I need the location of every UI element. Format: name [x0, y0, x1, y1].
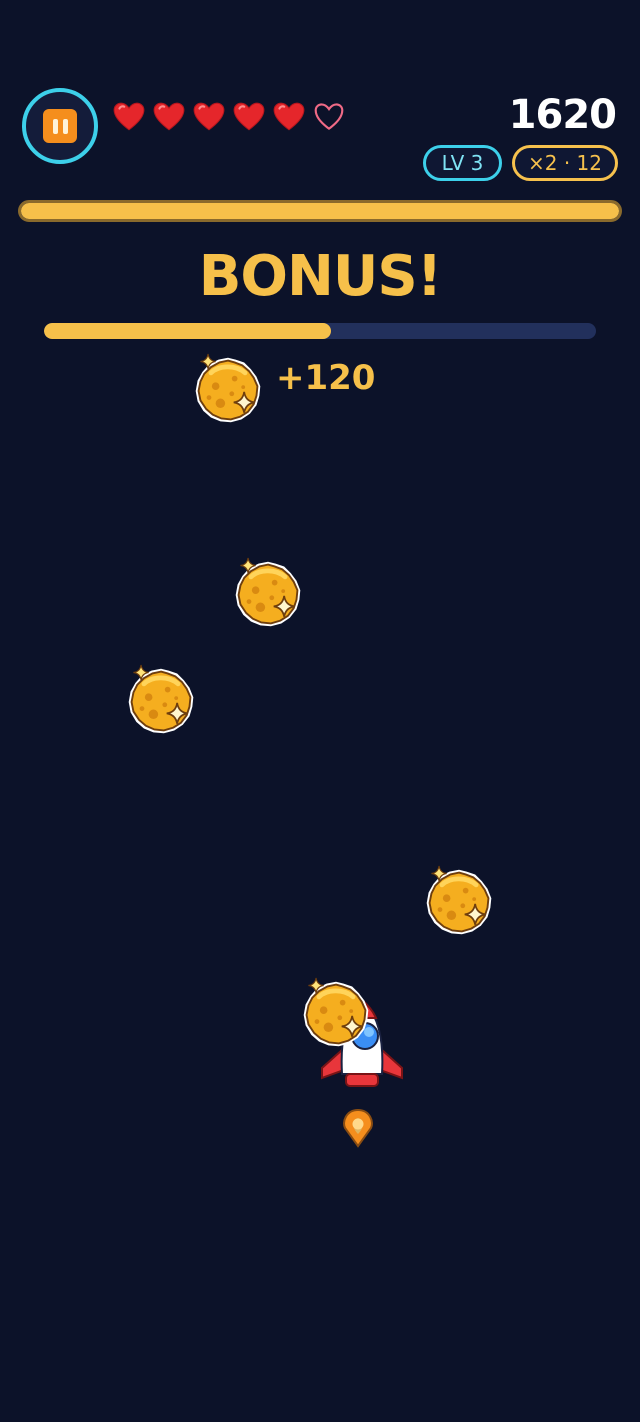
- pause-button[interactable]: [22, 88, 98, 164]
- bonus-timer-fill: [44, 323, 332, 339]
- heart-full-icon: [112, 100, 146, 134]
- moon-coin-icon: [123, 663, 199, 739]
- heart-full-icon: [192, 100, 226, 134]
- combo-badge: ×2 · 12: [512, 145, 618, 181]
- flame-icon: [340, 1104, 376, 1148]
- level-progress-fill: [21, 203, 619, 219]
- level-badge: LV 3: [423, 145, 502, 181]
- moon-coin-icon: [190, 352, 266, 428]
- bonus-title: BONUS!: [198, 244, 443, 309]
- bonus-timer-bar: [44, 323, 596, 339]
- heart-empty-icon: [312, 100, 346, 134]
- heart-full-icon: [152, 100, 186, 134]
- moon-coin-icon: [230, 556, 306, 632]
- score-value: 1620: [508, 92, 617, 138]
- points-popup: +120: [276, 358, 376, 398]
- heart-full-icon: [232, 100, 266, 134]
- lives-display: [112, 100, 346, 134]
- moon-coin-icon: [298, 976, 374, 1052]
- moon-coin-icon: [421, 864, 497, 940]
- heart-full-icon: [272, 100, 306, 134]
- level-progress-bar: [18, 200, 622, 222]
- pause-icon: [43, 109, 77, 143]
